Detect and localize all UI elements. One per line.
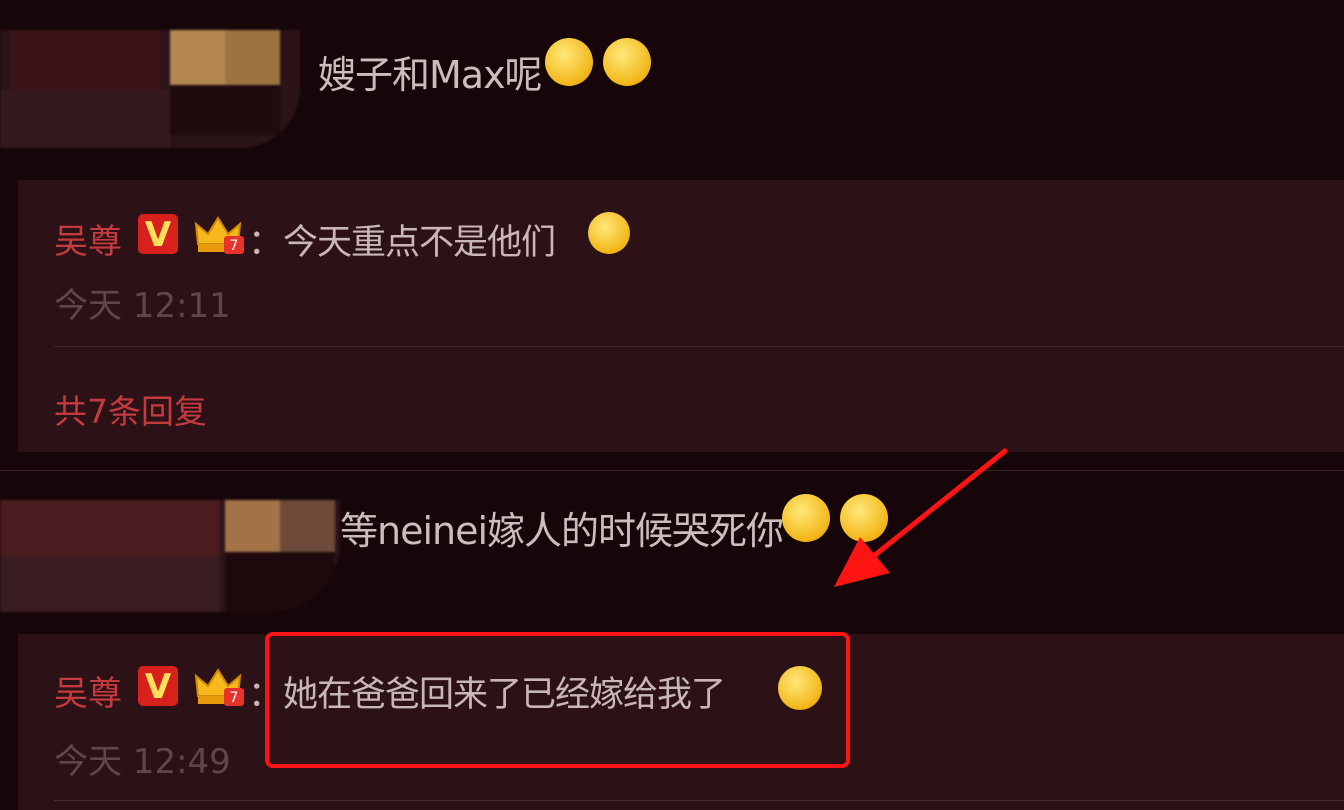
svg-text:7: 7 — [230, 238, 239, 254]
crown-level-icon: 7 — [194, 214, 246, 256]
comment-text: 等neinei嫁人的时候哭死你 — [340, 509, 784, 553]
comment-text: 嫂子和Max呢 — [318, 53, 543, 97]
reply-time: 今天 12:11 — [54, 286, 231, 326]
divider — [54, 800, 1344, 801]
reply-username[interactable]: 吴尊 — [54, 214, 122, 263]
reply-text: 今天重点不是他们 — [283, 223, 556, 263]
v-badge-icon: V — [138, 214, 178, 255]
emoji-icon — [588, 212, 630, 254]
reply-box: 吴尊 V 7 ： 今天重点不是他们 今天 12:11 共7条回复 — [18, 180, 1344, 452]
avatar[interactable] — [0, 500, 340, 612]
reply-username[interactable]: 吴尊 — [54, 666, 122, 715]
avatar[interactable] — [0, 30, 300, 148]
divider — [0, 470, 1344, 471]
emoji-icon — [545, 38, 593, 86]
v-badge-icon: V — [138, 666, 178, 707]
red-arrow-annotation — [834, 448, 1008, 587]
reply-time: 今天 12:49 — [54, 742, 231, 782]
view-replies-link[interactable]: 共7条回复 — [54, 385, 207, 433]
reply-separator: ： — [248, 223, 283, 263]
emoji-icon — [603, 38, 651, 86]
divider — [54, 346, 1344, 347]
svg-text:7: 7 — [230, 690, 239, 706]
highlight-annotation-box — [265, 632, 850, 768]
crown-level-icon: 7 — [194, 666, 246, 708]
